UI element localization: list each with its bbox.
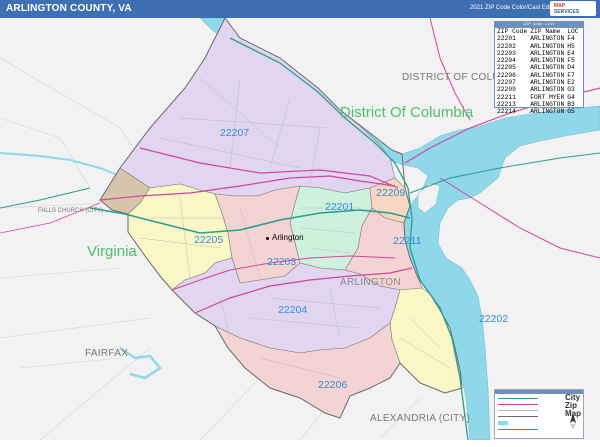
legend-row: 22205 ARLINGTON D4 <box>496 64 581 71</box>
zip-code-legend: ZIP Code List ZIP Code ZIP Name LOC 2220… <box>494 21 584 115</box>
legend-cell-loc: G5 <box>567 108 575 116</box>
legend-row: 22204 ARLINGTON F5 <box>496 57 581 64</box>
legend-header-loc: LOC <box>567 28 579 35</box>
legend-rows: 22201 ARLINGTON F4 22202 ARLINGTON H5 22203 ARL… <box>496 35 581 115</box>
legend-cell-name: ARLINGTON <box>530 35 565 43</box>
legend-cell-loc: E4 <box>567 49 575 57</box>
map-footer <box>0 440 600 447</box>
legend-cell-loc: G4 <box>567 93 575 101</box>
legend-cell-zip: 22202 <box>497 42 516 50</box>
map-key-box: City Zip Map <box>494 389 584 439</box>
legend-row: 22214 ARLINGTON G5 <box>496 108 581 115</box>
legend-row: 22206 ARLINGTON F7 <box>496 72 581 79</box>
legend-cell-loc: B3 <box>567 100 575 108</box>
legend-header-zip: ZIP Code <box>497 28 528 35</box>
zip-label-22201: 22201 <box>325 201 355 213</box>
legend-cell-name: ARLINGTON <box>530 64 565 72</box>
label-falls-church: FALLS CHURCH (CITY) <box>38 208 104 214</box>
legend-table: ZIP Code ZIP Name LOC 22201 ARLINGTON F4 22… <box>496 28 581 116</box>
zip-label-22206: 22206 <box>318 379 348 391</box>
label-alexandria: ALEXANDRIA (CITY) <box>370 413 471 424</box>
map-title: ARLINGTON COUNTY, VA <box>6 3 132 14</box>
key-line-highway <box>498 404 538 408</box>
legend-cell-name: ARLINGTON <box>530 100 565 108</box>
zip-label-22207: 22207 <box>220 127 250 139</box>
legend-cell-name: ARLINGTON <box>530 49 565 57</box>
label-district-of-columbia-green: District Of Columbia <box>340 104 474 121</box>
key-line-interstate <box>498 398 538 402</box>
legend-cell-loc: H5 <box>567 42 575 50</box>
legend-cell-zip: 22207 <box>497 79 516 87</box>
edition-label: 2021 ZIP Code Color/Cast Edition <box>470 5 561 11</box>
legend-cell-name: ARLINGTON <box>530 42 565 50</box>
legend-cell-name: ARLINGTON <box>530 86 565 94</box>
zip-label-22205: 22205 <box>194 234 224 246</box>
legend-cell-zip: 22204 <box>497 57 516 65</box>
legend-row: 22209 ARLINGTON G3 <box>496 86 581 93</box>
zip-label-22209: 22209 <box>376 187 406 199</box>
legend-cell-zip: 22213 <box>497 100 516 108</box>
label-fairfax: FAIRFAX <box>85 348 129 359</box>
legend-cell-zip: 22209 <box>497 86 516 94</box>
legend-cell-name: ARLINGTON <box>530 57 565 65</box>
legend-cell-zip: 22206 <box>497 71 516 79</box>
legend-cell-zip: 22211 <box>497 93 516 101</box>
legend-cell-zip: 22214 <box>497 108 516 116</box>
compass-icon <box>570 413 576 429</box>
legend-cell-name: ARLINGTON <box>530 71 565 79</box>
zip-label-22203: 22203 <box>267 256 297 268</box>
arlington-city-marker <box>266 237 269 240</box>
legend-row: 22202 ARLINGTON H5 <box>496 43 581 50</box>
legend-cell-zip: 22203 <box>497 49 516 57</box>
legend-cell-name: FORT MYER <box>530 93 565 101</box>
legend-cell-name: ARLINGTON <box>530 79 565 87</box>
legend-header-row: ZIP Code ZIP Name LOC <box>496 28 581 35</box>
map-header: ARLINGTON COUNTY, VA 2021 ZIP Code Color… <box>0 0 600 18</box>
brand-logo: MAP SERVICES <box>550 1 596 16</box>
legend-row: 22203 ARLINGTON E4 <box>496 50 581 57</box>
key-line-zip <box>498 429 538 433</box>
zip-label-22211: 22211 <box>393 235 422 247</box>
legend-row: 22201 ARLINGTON F4 <box>496 35 581 42</box>
legend-header-name: ZIP Name <box>530 28 561 35</box>
legend-cell-loc: G3 <box>567 86 575 94</box>
legend-cell-zip: 22205 <box>497 64 516 72</box>
legend-cell-loc: F7 <box>567 71 575 79</box>
legend-cell-name: ARLINGTON <box>530 108 565 116</box>
brand-logo-bottom: SERVICES <box>554 9 580 15</box>
label-arlington-county: ARLINGTON <box>340 277 401 288</box>
legend-cell-zip: 22201 <box>497 35 516 43</box>
key-line-boundary <box>498 416 538 420</box>
label-arlington-city: Arlington <box>272 233 304 242</box>
legend-row: 22211 FORT MYER G4 <box>496 94 581 101</box>
legend-cell-loc: D4 <box>567 64 575 72</box>
key-line-street <box>498 410 538 414</box>
legend-row: 22213 ARLINGTON B3 <box>496 101 581 108</box>
legend-cell-loc: E2 <box>567 79 575 87</box>
legend-cell-loc: F4 <box>567 35 575 43</box>
zip-label-22204: 22204 <box>278 304 308 316</box>
legend-row: 22207 ARLINGTON E2 <box>496 79 581 86</box>
label-virginia: Virginia <box>87 243 137 260</box>
key-swatch-water <box>498 421 508 425</box>
legend-cell-loc: F5 <box>567 57 575 65</box>
zip-label-22202: 22202 <box>479 313 509 325</box>
